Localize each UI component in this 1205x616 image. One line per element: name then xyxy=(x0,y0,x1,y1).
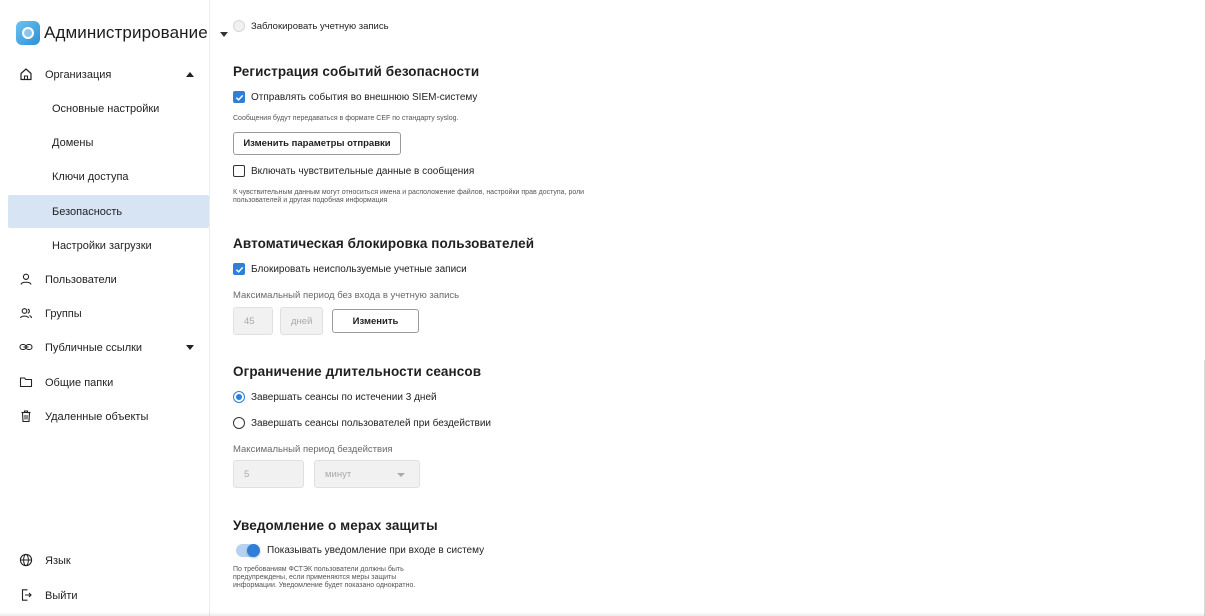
sidebar-item-label: Общие папки xyxy=(45,376,114,389)
sidebar-item-label: Пользователи xyxy=(45,273,117,286)
sidebar-item-access-keys[interactable]: Ключи доступа xyxy=(8,160,209,193)
section-title-siem: Регистрация событий безопасности xyxy=(233,64,480,79)
change-siem-params-button[interactable]: Изменить параметры отправки xyxy=(233,132,401,155)
link-icon xyxy=(19,343,33,351)
globe-icon xyxy=(19,553,33,567)
folder-icon xyxy=(19,377,33,388)
section-title-notice: Уведомление о мерах защиты xyxy=(233,518,438,533)
logout-icon xyxy=(21,589,32,601)
chevron-down-icon xyxy=(397,473,405,477)
sidebar-item-public-links[interactable]: Публичные ссылки xyxy=(8,331,209,364)
session-days-label: Завершать сеансы по истечении 3 дней xyxy=(251,391,437,403)
sidebar-item-general-settings[interactable]: Основные настройки xyxy=(8,92,209,125)
sensitive-data-hint-line-1: К чувствительным данным могут относиться… xyxy=(233,189,585,196)
notice-toggle-option[interactable]: Показывать уведомление при входе в систе… xyxy=(236,544,484,557)
session-idle-label: Завершать сеансы пользователей при безде… xyxy=(251,417,492,429)
check-icon xyxy=(235,266,243,273)
block-account-radio[interactable] xyxy=(233,20,245,32)
idle-period-input[interactable]: 5 xyxy=(233,460,304,488)
idle-period-label: Максимальный период бездействия xyxy=(233,444,393,455)
sidebar-item-logout[interactable]: Выйти xyxy=(8,579,209,612)
sidebar-item-users[interactable]: Пользователи xyxy=(8,263,209,296)
session-days-radio[interactable] xyxy=(233,391,245,403)
sidebar-item-label: Основные настройки xyxy=(52,102,160,115)
sidebar-item-label: Удаленные объекты xyxy=(45,410,149,423)
siem-send-hint: Сообщения будут передаваться в формате C… xyxy=(233,115,459,122)
sidebar-item-deleted-objects[interactable]: Удаленные объекты xyxy=(8,400,209,433)
chevron-down-icon xyxy=(186,345,194,350)
autolock-period-input[interactable]: 45 xyxy=(233,307,273,335)
sidebar-item-groups[interactable]: Группы xyxy=(8,297,209,330)
sidebar-item-label: Группы xyxy=(45,307,82,320)
app-switcher[interactable]: Администрирование xyxy=(16,20,228,46)
sidebar-item-security[interactable]: Безопасность xyxy=(8,195,209,228)
autolock-label: Блокировать неиспользуемые учетные запис… xyxy=(251,263,467,275)
notice-hint-line-1: По требованиям ФСТЭК пользователи должны… xyxy=(233,566,404,573)
siem-send-checkbox[interactable] xyxy=(233,91,245,103)
notice-toggle[interactable] xyxy=(236,544,260,557)
sidebar-item-label: Публичные ссылки xyxy=(45,341,143,354)
sidebar: Администрирование Организация Основные н… xyxy=(0,0,228,616)
sidebar-item-shared-folders[interactable]: Общие папки xyxy=(8,366,209,399)
autolock-period-label: Максимальный период без входа в учетную … xyxy=(233,290,460,301)
sidebar-item-language[interactable]: Язык xyxy=(8,544,209,577)
sensitive-data-hint-line-2: пользователей и другая подобная информац… xyxy=(233,197,388,204)
session-days-option[interactable]: Завершать сеансы по истечении 3 дней xyxy=(233,391,437,403)
sidebar-item-label: Выйти xyxy=(45,589,78,602)
sensitive-data-checkbox[interactable] xyxy=(233,165,245,177)
notice-toggle-label: Показывать уведомление при входе в систе… xyxy=(267,545,485,556)
group-icon xyxy=(19,308,33,319)
home-icon xyxy=(20,68,32,81)
sidebar-item-organization[interactable]: Организация xyxy=(8,58,209,91)
sidebar-item-label: Домены xyxy=(52,136,94,149)
idle-period-unit-value: минут xyxy=(325,468,352,480)
block-account-option[interactable]: Заблокировать учетную запись xyxy=(233,20,389,32)
app-logo-icon xyxy=(16,21,40,45)
autolock-checkbox[interactable] xyxy=(233,263,245,275)
trash-icon xyxy=(21,410,31,423)
sidebar-item-label: Организация xyxy=(45,68,112,81)
autolock-period-unit: дней xyxy=(280,307,323,335)
sidebar-item-label: Язык xyxy=(45,554,71,567)
notice-hint-line-2: предупреждены, если применяются меры защ… xyxy=(233,574,397,581)
sidebar-item-label: Безопасность xyxy=(52,205,123,218)
idle-period-unit-select[interactable]: минут xyxy=(314,460,420,488)
check-icon xyxy=(235,94,243,101)
settings-panel: Заблокировать учетную запись Регистрация… xyxy=(209,0,1205,616)
sidebar-item-label: Ключи доступа xyxy=(52,170,129,183)
siem-send-option[interactable]: Отправлять события во внешнюю SIEM-систе… xyxy=(233,91,477,103)
sidebar-item-upload-settings[interactable]: Настройки загрузки xyxy=(8,229,209,262)
app-title: Администрирование xyxy=(44,23,208,42)
notice-hint-line-3: информации. Уведомление будет показано о… xyxy=(233,582,416,589)
section-title-sessions: Ограничение длительности сеансов xyxy=(233,364,482,379)
chevron-up-icon xyxy=(186,72,194,77)
section-title-autolock: Автоматическая блокировка пользователей xyxy=(233,236,535,251)
sidebar-item-label: Настройки загрузки xyxy=(52,239,152,252)
session-idle-radio[interactable] xyxy=(233,417,245,429)
sensitive-data-option[interactable]: Включать чувствительные данные в сообщен… xyxy=(233,165,474,177)
autolock-change-button[interactable]: Изменить xyxy=(332,309,419,333)
sidebar-item-domains[interactable]: Домены xyxy=(8,126,209,159)
sensitive-data-label: Включать чувствительные данные в сообщен… xyxy=(251,165,475,177)
siem-send-label: Отправлять события во внешнюю SIEM-систе… xyxy=(251,91,478,103)
block-account-label: Заблокировать учетную запись xyxy=(251,20,389,32)
session-idle-option[interactable]: Завершать сеансы пользователей при безде… xyxy=(233,417,491,429)
user-icon xyxy=(20,273,32,285)
window-edge xyxy=(0,612,1205,616)
autolock-option[interactable]: Блокировать неиспользуемые учетные запис… xyxy=(233,263,467,275)
